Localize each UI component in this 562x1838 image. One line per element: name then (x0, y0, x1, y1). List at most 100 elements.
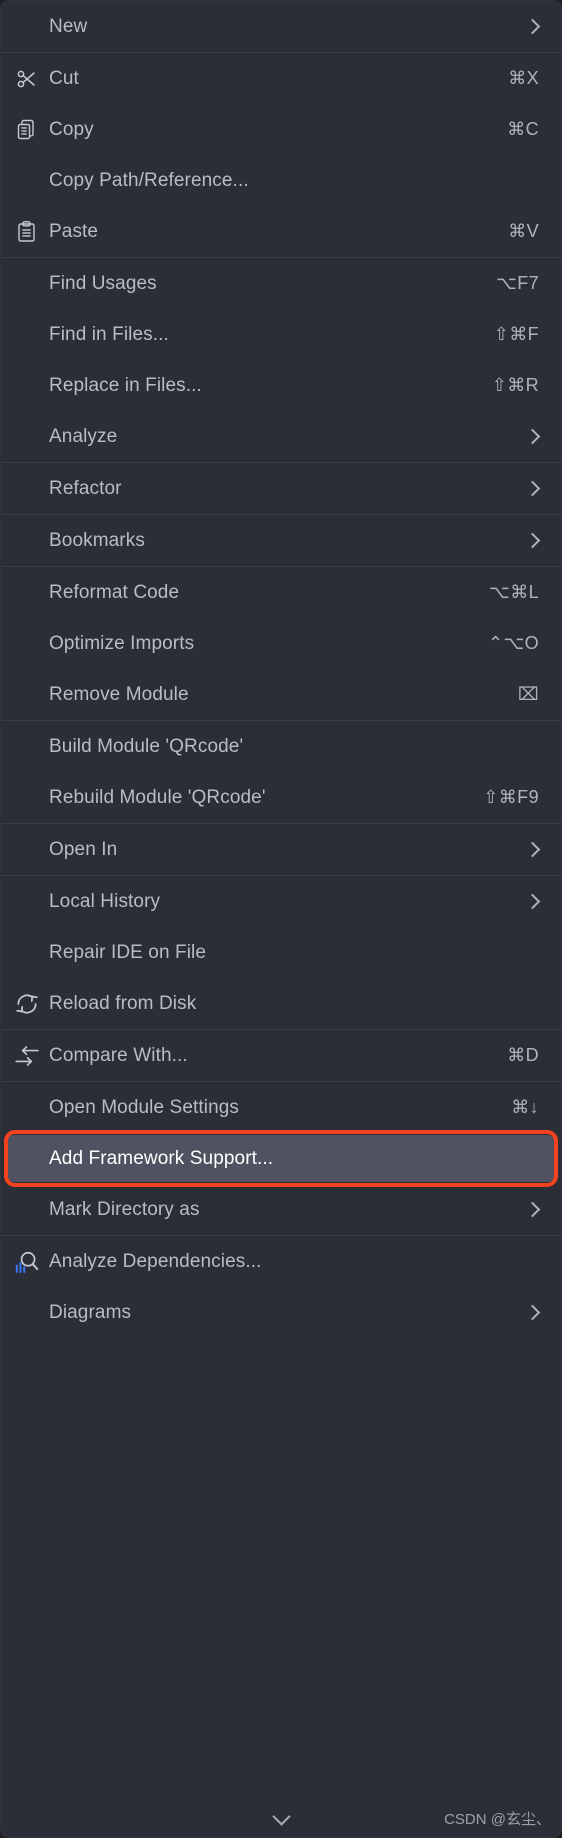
menu-item-icon-empty (1, 824, 49, 875)
menu-item-shortcut: ⌘V (508, 221, 539, 241)
watermark: CSDN @玄尘、 (444, 1811, 551, 1828)
menu-item-shortcut: ⌘X (508, 68, 539, 88)
menu-item-label: Open Module Settings (49, 1096, 240, 1118)
menu-item-icon-empty (1, 1287, 49, 1338)
menu-item-icon-empty (1, 155, 49, 206)
selected-menu-item-wrapper[interactable]: Add Framework Support... (1, 1130, 561, 1187)
menu-item-label: Analyze (49, 425, 118, 447)
menu-item-find-usages[interactable]: Find Usages ⌥F7 (1, 258, 561, 309)
chevron-right-icon (527, 1204, 539, 1216)
chevron-right-icon (527, 896, 539, 908)
context-menu[interactable]: New Cut ⌘X Copy ⌘C Copy Path/Reference... Past… (0, 0, 562, 1838)
menu-item-shortcut: ⌘D (507, 1045, 539, 1065)
menu-item-shortcut: ⇧⌘F (493, 324, 539, 344)
chevron-right-icon (527, 431, 539, 443)
reload-icon (1, 978, 49, 1029)
chevron-right-icon (527, 21, 539, 33)
menu-item-find-in-files[interactable]: Find in Files... ⇧⌘F (1, 309, 561, 360)
menu-item-label: Find Usages (49, 272, 157, 294)
menu-item-icon-empty (1, 669, 49, 720)
menu-item-replace-in-files[interactable]: Replace in Files... ⇧⌘R (1, 360, 561, 411)
menu-item-label: Diagrams (49, 1301, 132, 1323)
menu-item-label: Rebuild Module 'QRcode' (49, 786, 266, 808)
menu-item-shortcut: ⇧⌘R (491, 375, 539, 395)
menu-group-group-openin: Open In (1, 824, 561, 875)
menu-item-label: Replace in Files... (49, 374, 202, 396)
menu-item-reformat-code[interactable]: Reformat Code ⌥⌘L (1, 567, 561, 618)
menu-item-icon-empty (1, 258, 49, 309)
menu-item-rebuild-module-qrcode[interactable]: Rebuild Module 'QRcode' ⇧⌘F9 (1, 772, 561, 823)
menu-item-reload-from-disk[interactable]: Reload from Disk (1, 978, 561, 1029)
menu-item-analyze-dependencies[interactable]: Analyze Dependencies... (1, 1236, 561, 1287)
menu-item-add-framework-support[interactable]: Add Framework Support... (1, 1133, 561, 1184)
menu-item-shortcut: ⌧ (517, 684, 539, 704)
menu-group-group-find: Find Usages ⌥F7 Find in Files... ⇧⌘F Replace… (1, 258, 561, 462)
menu-item-label: Analyze Dependencies... (49, 1250, 262, 1272)
menu-item-analyze[interactable]: Analyze (1, 411, 561, 462)
menu-group-group-clipboard: Cut ⌘X Copy ⌘C Copy Path/Reference... Paste ⌘V (1, 53, 561, 257)
menu-item-remove-module[interactable]: Remove Module ⌧ (1, 669, 561, 720)
menu-item-label: Reload from Disk (49, 992, 197, 1014)
menu-item-cut[interactable]: Cut ⌘X (1, 53, 561, 104)
menu-item-copy-path-reference[interactable]: Copy Path/Reference... (1, 155, 561, 206)
menu-item-icon-empty (1, 1184, 49, 1235)
menu-item-label: Optimize Imports (49, 632, 195, 654)
dependencies-icon (1, 1236, 49, 1287)
menu-group-group-refactor: Refactor (1, 463, 561, 514)
menu-item-open-module-settings[interactable]: Open Module Settings ⌘↓ (1, 1082, 561, 1133)
chevron-right-icon (527, 844, 539, 856)
menu-item-label: Reformat Code (49, 581, 180, 603)
menu-item-label: Cut (49, 67, 79, 89)
menu-item-label: Add Framework Support... (49, 1147, 274, 1169)
menu-item-new[interactable]: New (1, 1, 561, 52)
menu-item-icon-empty (1, 567, 49, 618)
menu-item-build-module-qrcode[interactable]: Build Module 'QRcode' (1, 721, 561, 772)
chevron-right-icon (527, 1307, 539, 1319)
menu-item-refactor[interactable]: Refactor (1, 463, 561, 514)
menu-item-mark-directory-as[interactable]: Mark Directory as (1, 1184, 561, 1235)
menu-item-icon-empty (1, 721, 49, 772)
menu-item-label: New (49, 15, 88, 37)
menu-item-icon-empty (1, 1082, 49, 1133)
menu-item-label: Build Module 'QRcode' (49, 735, 244, 757)
menu-item-compare-with[interactable]: Compare With... ⌘D (1, 1030, 561, 1081)
menu-item-local-history[interactable]: Local History (1, 876, 561, 927)
menu-item-icon-empty (1, 309, 49, 360)
menu-group-group-module: Open Module Settings ⌘↓ Add Framework Supp… (1, 1082, 561, 1235)
chevron-right-icon (527, 483, 539, 495)
menu-group-group-build: Build Module 'QRcode' Rebuild Module 'QRc… (1, 721, 561, 823)
menu-item-icon-empty (1, 1133, 49, 1184)
menu-item-bookmarks[interactable]: Bookmarks (1, 515, 561, 566)
menu-item-optimize-imports[interactable]: Optimize Imports ⌃⌥O (1, 618, 561, 669)
menu-item-repair-ide-on-file[interactable]: Repair IDE on File (1, 927, 561, 978)
menu-item-label: Bookmarks (49, 529, 145, 551)
menu-item-icon-empty (1, 772, 49, 823)
menu-item-shortcut: ⇧⌘F9 (483, 787, 539, 807)
paste-icon (1, 206, 49, 257)
menu-item-icon-empty (1, 463, 49, 514)
menu-group-group-bookmarks: Bookmarks (1, 515, 561, 566)
menu-item-label: Repair IDE on File (49, 941, 207, 963)
menu-item-label: Mark Directory as (49, 1198, 200, 1220)
menu-item-icon-empty (1, 618, 49, 669)
menu-item-icon-empty (1, 876, 49, 927)
menu-item-diagrams[interactable]: Diagrams (1, 1287, 561, 1338)
menu-item-icon-empty (1, 1, 49, 52)
compare-icon (1, 1030, 49, 1081)
menu-item-icon-empty (1, 515, 49, 566)
scissors-icon (1, 53, 49, 104)
menu-item-open-in[interactable]: Open In (1, 824, 561, 875)
menu-item-shortcut: ⌃⌥O (487, 633, 539, 653)
menu-item-icon-empty (1, 927, 49, 978)
menu-item-copy[interactable]: Copy ⌘C (1, 104, 561, 155)
menu-item-shortcut: ⌘C (507, 119, 539, 139)
menu-item-shortcut: ⌥⌘L (489, 582, 539, 602)
menu-group-group-analyze: Analyze Dependencies... Diagrams (1, 1236, 561, 1338)
menu-item-icon-empty (1, 411, 49, 462)
menu-item-label: Remove Module (49, 683, 189, 705)
menu-item-label: Find in Files... (49, 323, 169, 345)
menu-item-paste[interactable]: Paste ⌘V (1, 206, 561, 257)
menu-group-group-compare: Compare With... ⌘D (1, 1030, 561, 1081)
menu-item-label: Copy Path/Reference... (49, 169, 249, 191)
menu-group-group-new: New (1, 1, 561, 52)
